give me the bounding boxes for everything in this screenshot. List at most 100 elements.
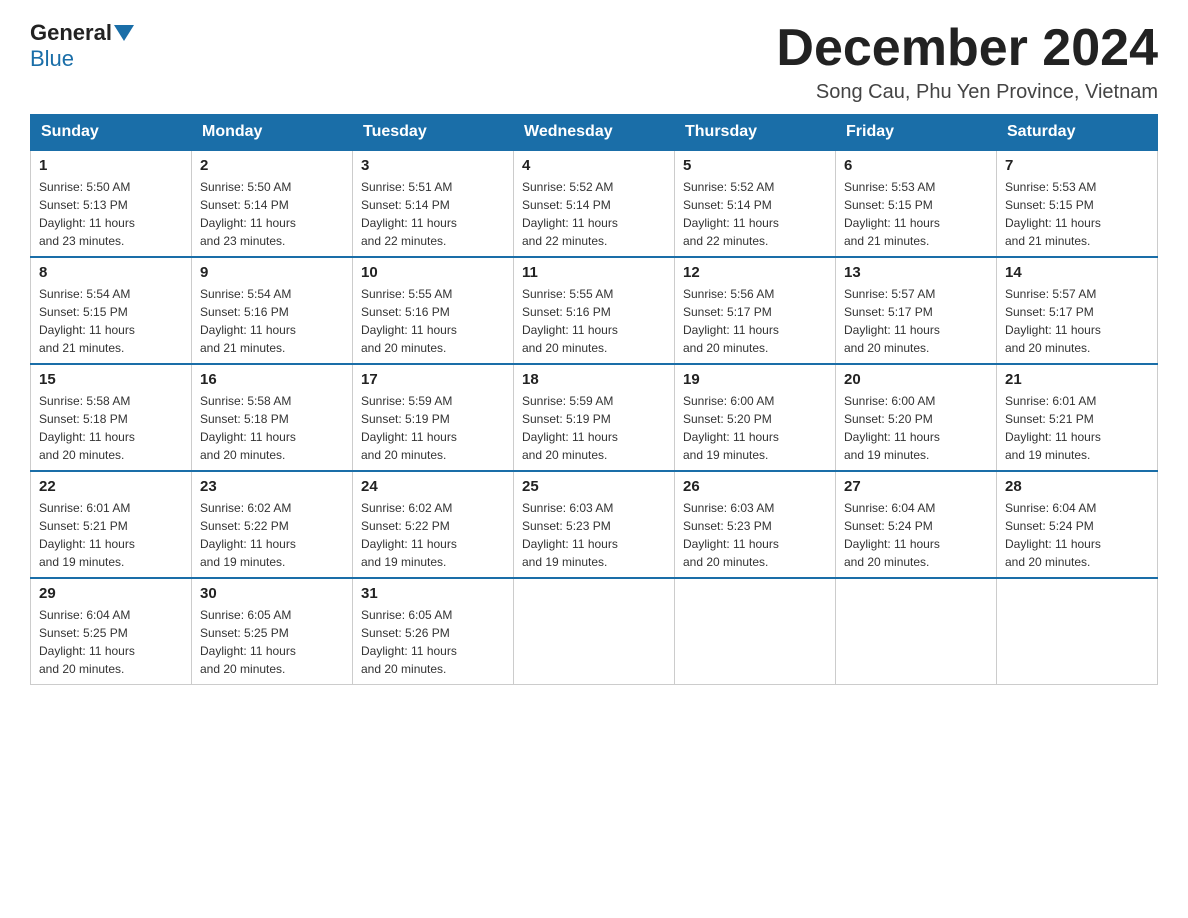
day-info: Sunrise: 6:01 AMSunset: 5:21 PMDaylight:… (39, 499, 183, 571)
day-info: Sunrise: 6:03 AMSunset: 5:23 PMDaylight:… (683, 499, 827, 571)
day-number: 2 (200, 157, 344, 174)
day-of-week-header: Sunday (31, 115, 192, 151)
logo: General Blue (30, 20, 136, 72)
day-number: 28 (1005, 478, 1149, 495)
day-number: 13 (844, 264, 988, 281)
calendar-cell: 3 Sunrise: 5:51 AMSunset: 5:14 PMDaylight… (353, 150, 514, 257)
title-block: December 2024 Song Cau, Phu Yen Province… (776, 20, 1158, 104)
calendar-cell: 24Sunrise: 6:02 AMSunset: 5:22 PMDayligh… (353, 471, 514, 578)
page-header: General Blue December 2024 Song Cau, Phu… (30, 20, 1158, 104)
day-number: 22 (39, 478, 183, 495)
calendar-cell: 19Sunrise: 6:00 AMSunset: 5:20 PMDayligh… (675, 364, 836, 471)
day-info: Sunrise: 5:55 AMSunset: 5:16 PMDaylight:… (361, 285, 505, 357)
calendar-cell: 17 Sunrise: 5:59 AMSunset: 5:19 PMDayligh… (353, 364, 514, 471)
day-info: Sunrise: 6:05 AMSunset: 5:25 PMDaylight:… (200, 606, 344, 678)
day-number: 9 (200, 264, 344, 281)
calendar-week-row: 8 Sunrise: 5:54 AMSunset: 5:15 PMDaylight… (31, 257, 1158, 364)
calendar-cell (836, 578, 997, 685)
day-info: Sunrise: 5:58 AMSunset: 5:18 PMDaylight:… (39, 392, 183, 464)
day-info: Sunrise: 5:54 AMSunset: 5:15 PMDaylight:… (39, 285, 183, 357)
day-info: Sunrise: 5:59 AMSunset: 5:19 PMDaylight:… (361, 392, 505, 464)
day-number: 7 (1005, 157, 1149, 174)
day-number: 20 (844, 371, 988, 388)
day-info: Sunrise: 5:50 AMSunset: 5:13 PMDaylight:… (39, 178, 183, 250)
day-number: 5 (683, 157, 827, 174)
day-number: 10 (361, 264, 505, 281)
day-number: 8 (39, 264, 183, 281)
day-info: Sunrise: 5:55 AMSunset: 5:16 PMDaylight:… (522, 285, 666, 357)
calendar-cell: 14Sunrise: 5:57 AMSunset: 5:17 PMDayligh… (997, 257, 1158, 364)
calendar-cell: 21 Sunrise: 6:01 AMSunset: 5:21 PMDayligh… (997, 364, 1158, 471)
calendar-cell (675, 578, 836, 685)
day-number: 12 (683, 264, 827, 281)
calendar-cell: 11 Sunrise: 5:55 AMSunset: 5:16 PMDayligh… (514, 257, 675, 364)
calendar-cell: 15 Sunrise: 5:58 AMSunset: 5:18 PMDayligh… (31, 364, 192, 471)
day-of-week-header: Saturday (997, 115, 1158, 151)
day-info: Sunrise: 5:57 AMSunset: 5:17 PMDaylight:… (844, 285, 988, 357)
day-number: 23 (200, 478, 344, 495)
calendar-cell: 22 Sunrise: 6:01 AMSunset: 5:21 PMDayligh… (31, 471, 192, 578)
day-info: Sunrise: 6:02 AMSunset: 5:22 PMDaylight:… (200, 499, 344, 571)
day-info: Sunrise: 5:51 AMSunset: 5:14 PMDaylight:… (361, 178, 505, 250)
calendar-cell: 23 Sunrise: 6:02 AMSunset: 5:22 PMDayligh… (192, 471, 353, 578)
day-number: 26 (683, 478, 827, 495)
day-of-week-header: Monday (192, 115, 353, 151)
day-info: Sunrise: 6:01 AMSunset: 5:21 PMDaylight:… (1005, 392, 1149, 464)
day-number: 27 (844, 478, 988, 495)
day-info: Sunrise: 6:04 AMSunset: 5:25 PMDaylight:… (39, 606, 183, 678)
day-info: Sunrise: 6:03 AMSunset: 5:23 PMDaylight:… (522, 499, 666, 571)
day-info: Sunrise: 5:50 AMSunset: 5:14 PMDaylight:… (200, 178, 344, 250)
day-number: 6 (844, 157, 988, 174)
calendar-header-row: SundayMondayTuesdayWednesdayThursdayFrid… (31, 115, 1158, 151)
calendar-cell: 12Sunrise: 5:56 AMSunset: 5:17 PMDayligh… (675, 257, 836, 364)
calendar-cell: 6Sunrise: 5:53 AMSunset: 5:15 PMDaylight… (836, 150, 997, 257)
day-of-week-header: Friday (836, 115, 997, 151)
location-subtitle: Song Cau, Phu Yen Province, Vietnam (776, 81, 1158, 104)
logo-general-text: General (30, 20, 112, 46)
day-number: 25 (522, 478, 666, 495)
day-number: 4 (522, 157, 666, 174)
day-number: 1 (39, 157, 183, 174)
day-number: 21 (1005, 371, 1149, 388)
day-number: 24 (361, 478, 505, 495)
day-of-week-header: Tuesday (353, 115, 514, 151)
month-year-title: December 2024 (776, 20, 1158, 77)
calendar-cell: 10 Sunrise: 5:55 AMSunset: 5:16 PMDayligh… (353, 257, 514, 364)
calendar-cell: 13 Sunrise: 5:57 AMSunset: 5:17 PMDayligh… (836, 257, 997, 364)
day-info: Sunrise: 5:53 AMSunset: 5:15 PMDaylight:… (1005, 178, 1149, 250)
day-number: 11 (522, 264, 666, 281)
day-number: 15 (39, 371, 183, 388)
day-info: Sunrise: 5:52 AMSunset: 5:14 PMDaylight:… (683, 178, 827, 250)
calendar-cell: 7 Sunrise: 5:53 AMSunset: 5:15 PMDaylight… (997, 150, 1158, 257)
day-number: 16 (200, 371, 344, 388)
calendar-cell (997, 578, 1158, 685)
calendar-cell: 9 Sunrise: 5:54 AMSunset: 5:16 PMDaylight… (192, 257, 353, 364)
day-info: Sunrise: 6:05 AMSunset: 5:26 PMDaylight:… (361, 606, 505, 678)
calendar-cell: 26 Sunrise: 6:03 AMSunset: 5:23 PMDayligh… (675, 471, 836, 578)
calendar-cell: 18Sunrise: 5:59 AMSunset: 5:19 PMDayligh… (514, 364, 675, 471)
day-info: Sunrise: 5:54 AMSunset: 5:16 PMDaylight:… (200, 285, 344, 357)
day-info: Sunrise: 6:04 AMSunset: 5:24 PMDaylight:… (844, 499, 988, 571)
calendar-week-row: 29 Sunrise: 6:04 AMSunset: 5:25 PMDayligh… (31, 578, 1158, 685)
day-number: 3 (361, 157, 505, 174)
calendar-cell: 31Sunrise: 6:05 AMSunset: 5:26 PMDayligh… (353, 578, 514, 685)
calendar-cell: 27 Sunrise: 6:04 AMSunset: 5:24 PMDayligh… (836, 471, 997, 578)
day-info: Sunrise: 5:59 AMSunset: 5:19 PMDaylight:… (522, 392, 666, 464)
logo-blue-text: Blue (30, 46, 74, 72)
day-info: Sunrise: 6:00 AMSunset: 5:20 PMDaylight:… (844, 392, 988, 464)
calendar-week-row: 15 Sunrise: 5:58 AMSunset: 5:18 PMDayligh… (31, 364, 1158, 471)
logo-triangle-icon (114, 25, 134, 41)
day-info: Sunrise: 5:52 AMSunset: 5:14 PMDaylight:… (522, 178, 666, 250)
calendar-cell: 8 Sunrise: 5:54 AMSunset: 5:15 PMDaylight… (31, 257, 192, 364)
day-of-week-header: Wednesday (514, 115, 675, 151)
calendar-cell: 16Sunrise: 5:58 AMSunset: 5:18 PMDayligh… (192, 364, 353, 471)
day-number: 29 (39, 585, 183, 602)
day-info: Sunrise: 5:57 AMSunset: 5:17 PMDaylight:… (1005, 285, 1149, 357)
day-number: 17 (361, 371, 505, 388)
calendar-week-row: 22 Sunrise: 6:01 AMSunset: 5:21 PMDayligh… (31, 471, 1158, 578)
day-info: Sunrise: 6:00 AMSunset: 5:20 PMDaylight:… (683, 392, 827, 464)
calendar-table: SundayMondayTuesdayWednesdayThursdayFrid… (30, 114, 1158, 685)
calendar-cell: 25 Sunrise: 6:03 AMSunset: 5:23 PMDayligh… (514, 471, 675, 578)
calendar-cell: 2 Sunrise: 5:50 AMSunset: 5:14 PMDaylight… (192, 150, 353, 257)
day-of-week-header: Thursday (675, 115, 836, 151)
